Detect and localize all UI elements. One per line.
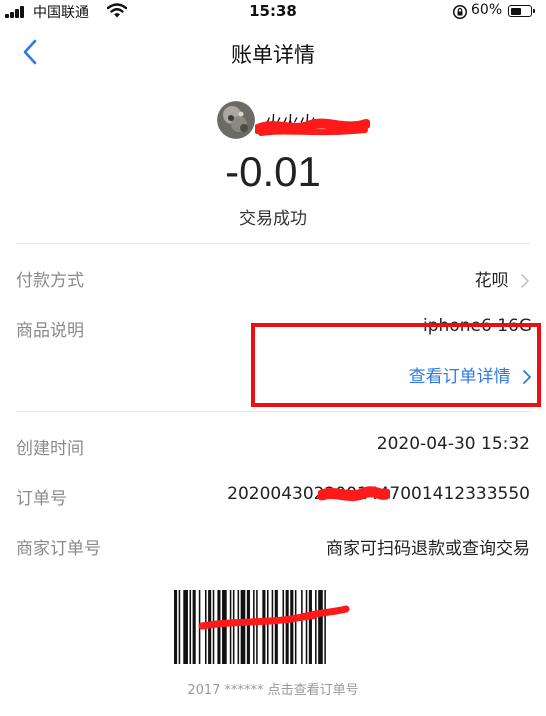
- payment-method-label: 付款方式: [16, 271, 84, 291]
- payment-method-value: 花呗: [474, 271, 509, 291]
- chevron-right-icon: [521, 274, 530, 288]
- status-bar: 中国联通 15:38 60%: [0, 0, 546, 24]
- barcode-bar: [178, 590, 181, 664]
- section-divider: [16, 411, 530, 412]
- section-divider: [16, 243, 530, 244]
- nav-bar: 账单详情: [0, 24, 546, 80]
- trade-status: 交易成功: [239, 209, 307, 229]
- merchant-order-value: 商家可扫码退款或查询交易: [326, 539, 530, 559]
- rotation-lock-icon: [452, 4, 468, 20]
- barcode-bar: [183, 590, 188, 664]
- created-time-label: 创建时间: [16, 439, 84, 459]
- created-time-value: 2020-04-30 15:32: [376, 434, 530, 454]
- payment-method-row[interactable]: 付款方式 花呗: [0, 258, 546, 298]
- redaction-scribble: [198, 605, 350, 630]
- merchant-order-label: 商家订单号: [16, 539, 101, 559]
- battery-icon: [508, 5, 535, 17]
- redaction-scribble: [255, 118, 370, 136]
- barcode-bar: [174, 590, 178, 664]
- battery-percentage: 60%: [471, 2, 503, 18]
- amount: -0.01: [225, 148, 321, 195]
- goods-label: 商品说明: [16, 321, 84, 341]
- annotation-highlight-box: [251, 323, 541, 407]
- page-title: 账单详情: [231, 43, 315, 67]
- merchant-avatar: [217, 101, 255, 139]
- order-number-label: 订单号: [16, 489, 67, 509]
- barcode-caption[interactable]: 2017 ****** 点击查看订单号: [0, 679, 546, 698]
- redaction-scribble: [318, 486, 390, 502]
- barcode-bar: [189, 590, 192, 664]
